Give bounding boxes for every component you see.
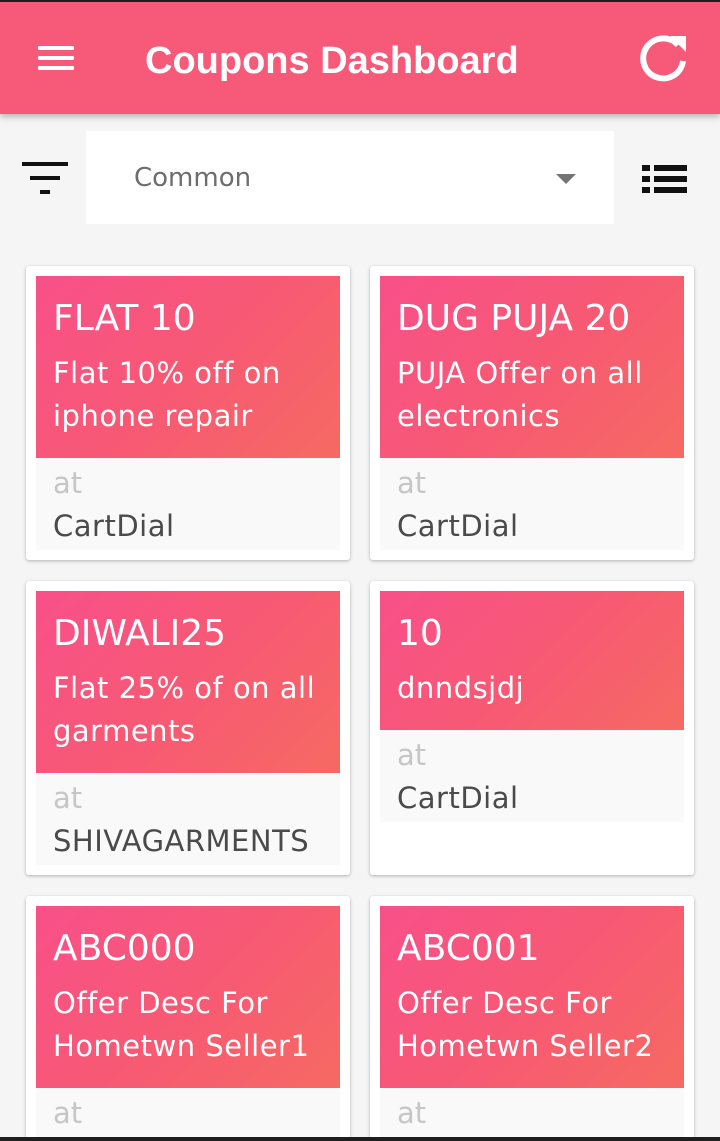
coupon-description: Flat 10% off on iphone repair <box>53 356 281 433</box>
chevron-down-icon <box>556 174 576 184</box>
coupon-footer: at CartDial <box>380 458 684 550</box>
status-bar-edge <box>0 0 720 2</box>
category-dropdown[interactable]: Common <box>86 131 614 224</box>
coupon-card[interactable]: 10 dnndsjdj at CartDial <box>370 581 694 875</box>
coupon-code: DUG PUJA 20 <box>397 298 631 339</box>
coupon-header: DIWALI25 Flat 25% of on all garments <box>36 591 340 773</box>
coupons-dashboard-screen: Coupons Dashboard Common FLAT 10 Flat 10… <box>0 0 720 1141</box>
coupon-code: 10 <box>397 613 443 654</box>
at-label: at <box>397 738 427 772</box>
coupon-description: Offer Desc For Hometwn Seller1 <box>53 986 310 1063</box>
coupon-header: 10 dnndsjdj <box>380 591 684 730</box>
store-name: CartDial <box>397 509 519 543</box>
store-name: CartDial <box>397 781 519 815</box>
coupon-footer: at SHIVAGARMENTS <box>36 773 340 865</box>
coupon-header: ABC000 Offer Desc For Hometwn Seller1 <box>36 906 340 1088</box>
app-bar: Coupons Dashboard <box>0 0 720 114</box>
coupon-card[interactable]: DIWALI25 Flat 25% of on all garments at … <box>26 581 350 875</box>
coupon-card[interactable]: ABC001 Offer Desc For Hometwn Seller2 at <box>370 896 694 1141</box>
coupon-description: Flat 25% of on all garments <box>53 671 316 748</box>
store-name: SHIVAGARMENTS <box>53 824 310 858</box>
coupon-footer: at <box>36 1088 340 1141</box>
category-dropdown-value: Common <box>134 163 252 193</box>
hamburger-menu-icon[interactable] <box>20 30 92 86</box>
at-label: at <box>397 466 427 500</box>
coupon-description: dnndsjdj <box>397 671 525 705</box>
coupon-card[interactable]: DUG PUJA 20 PUJA Offer on all electronic… <box>370 266 694 560</box>
at-label: at <box>53 781 83 815</box>
coupon-code: ABC000 <box>53 928 196 969</box>
page-title: Coupons Dashboard <box>145 40 519 82</box>
coupon-card[interactable]: ABC000 Offer Desc For Hometwn Seller1 at <box>26 896 350 1141</box>
at-label: at <box>53 466 83 500</box>
store-name: CartDial <box>53 509 175 543</box>
coupon-header: DUG PUJA 20 PUJA Offer on all electronic… <box>380 276 684 458</box>
coupon-footer: at <box>380 1088 684 1141</box>
refresh-icon[interactable] <box>630 28 696 90</box>
coupon-code: DIWALI25 <box>53 613 227 654</box>
list-view-icon[interactable] <box>636 158 694 200</box>
filter-icon[interactable] <box>16 152 78 202</box>
coupon-code: ABC001 <box>397 928 540 969</box>
coupon-description: Offer Desc For Hometwn Seller2 <box>397 986 654 1063</box>
coupon-card[interactable]: FLAT 10 Flat 10% off on iphone repair at… <box>26 266 350 560</box>
coupon-footer: at CartDial <box>380 730 684 822</box>
coupon-header: ABC001 Offer Desc For Hometwn Seller2 <box>380 906 684 1088</box>
at-label: at <box>53 1096 83 1130</box>
screen-bottom-edge <box>0 1137 720 1141</box>
at-label: at <box>397 1096 427 1130</box>
coupon-code: FLAT 10 <box>53 298 196 339</box>
coupon-header: FLAT 10 Flat 10% off on iphone repair <box>36 276 340 458</box>
coupon-description: PUJA Offer on all electronics <box>397 356 643 433</box>
coupon-footer: at CartDial <box>36 458 340 550</box>
